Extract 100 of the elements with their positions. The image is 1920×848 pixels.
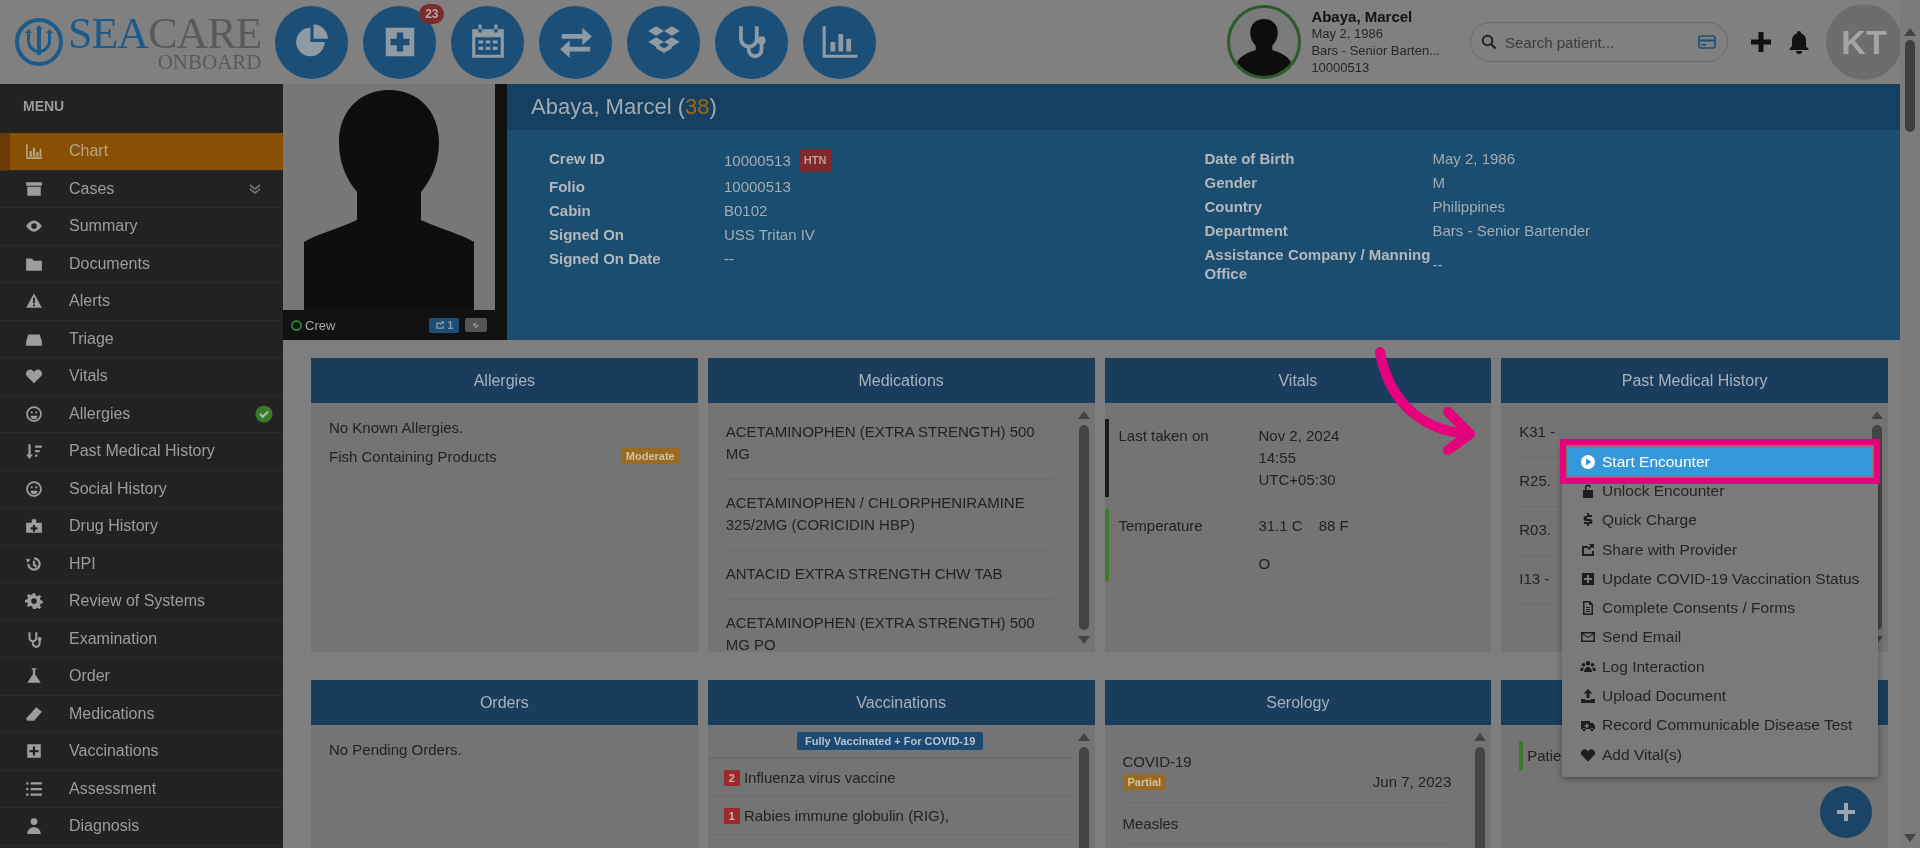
panel-title: Orders [311, 680, 698, 725]
field-label: Signed On Date [549, 249, 662, 268]
notification-badge: 23 [419, 3, 445, 24]
plus-icon [1749, 30, 1773, 54]
sidebar-item[interactable]: Examination [0, 620, 283, 658]
field-label: Assistance Company / Manning Office [1204, 245, 1432, 283]
add-button[interactable] [1749, 30, 1773, 54]
share-icon [1580, 541, 1596, 558]
field-value: USS Tritan IV [724, 225, 815, 244]
sidebar-item[interactable]: Summary [0, 208, 283, 246]
panel-title: Serology [1104, 680, 1492, 725]
chart-icon [25, 142, 43, 161]
sidebar-item[interactable]: Cases [0, 170, 283, 208]
status-ring-icon [291, 319, 302, 331]
patient-id: 10000513 [1311, 59, 1371, 76]
sidebar-item[interactable]: Drug History [0, 508, 283, 546]
dose-count: 1 [723, 807, 740, 824]
sidebar-item[interactable]: Vitals [0, 358, 283, 396]
menu-item[interactable]: Upload Document [1568, 681, 1872, 711]
panel-title: Allergies [311, 358, 698, 403]
field-label: Crew ID [549, 149, 606, 169]
menu-item[interactable]: Log Interaction [1568, 652, 1872, 682]
menu-item[interactable]: Record Communicable Disease Test [1568, 710, 1872, 740]
card-icon [1698, 34, 1716, 50]
panel-note: No Known Allergies. [329, 419, 465, 436]
test-name: Measles [1122, 815, 1180, 832]
plus-icon [1836, 802, 1856, 822]
person-icon [25, 817, 43, 836]
sidebar-item[interactable]: Vaccinations [0, 733, 283, 771]
sidebar-item[interactable]: HPI [0, 545, 283, 583]
field-label: Gender [1204, 173, 1258, 192]
notifications-button[interactable] [1787, 30, 1811, 54]
search-field[interactable]: Search patient... [1470, 22, 1728, 62]
patient-department: Bars - Senior Barten... [1311, 42, 1440, 59]
heart-icon [1580, 746, 1596, 763]
test-name: COVID-19 [1122, 753, 1193, 770]
document-icon [1580, 600, 1596, 617]
field-label: Signed On [549, 225, 625, 244]
severity-tag: Moderate [620, 448, 680, 464]
search-icon [1481, 34, 1497, 50]
calendar-icon [469, 23, 507, 61]
bar-chart-icon [821, 23, 859, 61]
vital-value: Nov 2, 2024 14:55 UTC+05:30 [1258, 426, 1341, 490]
lock-icon [1580, 482, 1596, 499]
sidebar-item[interactable]: Triage [0, 320, 283, 358]
trident-logo-icon [14, 17, 64, 67]
sidebar-item[interactable]: Alerts [0, 283, 283, 321]
list-icon [25, 779, 43, 798]
sidebar-item[interactable]: Assessment [0, 770, 283, 808]
panel-title: Past Medical History [1501, 358, 1888, 403]
play-icon [1580, 453, 1596, 470]
vital-value: 31.1 C [1258, 516, 1303, 536]
share-icon [435, 320, 446, 330]
share-button[interactable]: 1 [429, 317, 459, 333]
menu-item[interactable]: Send Email [1568, 622, 1872, 653]
sidebar-item[interactable]: Documents [0, 245, 283, 283]
box-icon [25, 179, 43, 198]
vital-label: Temperature [1118, 516, 1204, 536]
vital-value: O [1258, 554, 1271, 574]
field-label: Folio [549, 177, 586, 196]
field-label: Cabin [549, 201, 592, 220]
result-tag: Partial [1122, 773, 1167, 790]
sidebar-item[interactable]: Order [0, 658, 283, 696]
sidebar-item[interactable]: Review of Systems [0, 583, 283, 621]
sidebar-item[interactable]: Allergies [0, 395, 283, 433]
field-value: May 2, 1986 [1432, 149, 1516, 168]
plus-icon [25, 742, 43, 761]
list-item: ACETAMINOPHEN / CHLORPHENIRAMINE 325/2MG (CORICIDIN HBP) [725, 480, 1055, 551]
plus-icon [1580, 570, 1596, 587]
field-value: -- [724, 249, 734, 268]
list-item: ACETAMINOPHEN (EXTRA STRENGTH) 500 MG PO [725, 600, 1055, 652]
sidebar-item[interactable]: Social History [0, 470, 283, 508]
smiley-icon [25, 404, 43, 423]
link-button[interactable] [465, 318, 487, 332]
field-value: Philippines [1432, 197, 1506, 216]
sidebar-item[interactable]: Diagnosis [0, 808, 283, 846]
vital-value: 88 F [1318, 516, 1349, 536]
dose-count: 2 [723, 769, 740, 786]
smiley-icon [25, 479, 43, 498]
field-value: -- [1432, 254, 1443, 274]
eraser-icon [25, 704, 43, 723]
vital-label: Last taken on [1118, 426, 1210, 446]
gear-icon [25, 592, 43, 611]
bell-icon [1787, 30, 1811, 54]
field-value: M [1432, 173, 1445, 192]
link-icon [471, 320, 481, 330]
test-date: Jun 7, 2023 [1372, 773, 1452, 790]
panel-title: Vitals [1104, 358, 1492, 403]
history-icon [25, 554, 43, 573]
crew-status: Crew [305, 317, 336, 333]
sort-icon [25, 442, 43, 461]
vaccine-name: Rabies immune globulin (RIG), [743, 807, 949, 824]
heart-icon [25, 367, 43, 386]
list-item: ANTACID EXTRA STRENGTH CHW TAB [725, 551, 1055, 600]
field-value: B0102 [724, 201, 768, 220]
people-icon [1580, 658, 1596, 675]
sidebar-item[interactable]: Medications [0, 695, 283, 733]
sidebar-item[interactable]: Past Medical History [0, 433, 283, 471]
menu-item[interactable]: Add Vital(s) [1568, 739, 1872, 770]
field-label: Country [1204, 197, 1263, 216]
